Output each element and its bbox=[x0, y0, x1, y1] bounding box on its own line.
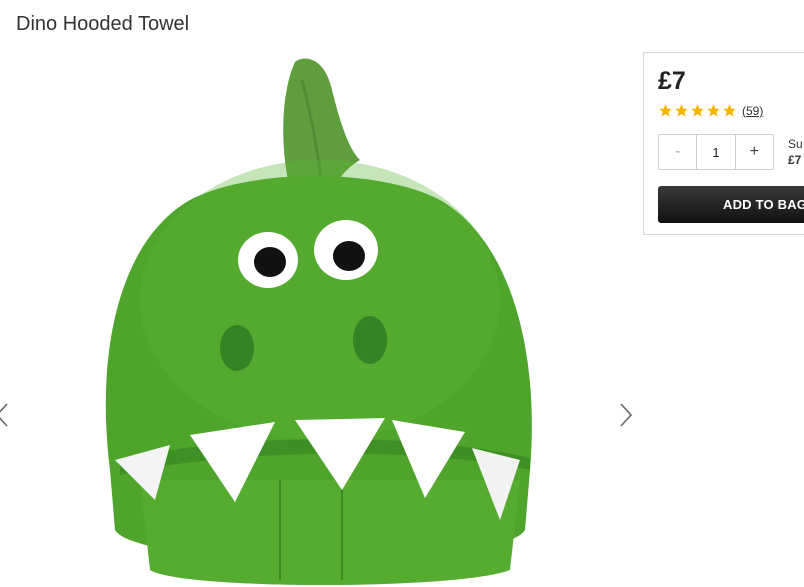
decrement-button[interactable]: - bbox=[659, 135, 697, 169]
star-icon bbox=[691, 104, 704, 117]
rating: (59) bbox=[658, 103, 763, 118]
price: £7 bbox=[658, 67, 686, 95]
star-icon bbox=[723, 104, 736, 117]
star-icon bbox=[707, 104, 720, 117]
subtotal-amount: £7 bbox=[788, 153, 802, 167]
product-title: Dino Hooded Towel bbox=[16, 13, 190, 35]
add-to-bag-button[interactable]: ADD TO BAG bbox=[658, 186, 804, 223]
review-count-link[interactable]: (59) bbox=[742, 104, 763, 118]
increment-button[interactable]: + bbox=[735, 135, 773, 169]
chevron-left-icon[interactable] bbox=[0, 400, 12, 430]
product-image bbox=[105, 58, 532, 585]
quantity-field[interactable]: 1 bbox=[696, 135, 736, 169]
star-icon bbox=[675, 104, 688, 117]
chevron-right-icon[interactable] bbox=[616, 400, 636, 430]
subtotal: Su £7 bbox=[788, 136, 803, 168]
star-icon bbox=[659, 104, 672, 117]
subtotal-label: Su bbox=[788, 137, 803, 151]
rating-stars bbox=[658, 103, 737, 118]
product-gallery bbox=[0, 50, 640, 587]
buy-box: £7 (59) - 1 + Su £7 ADD TO BAG bbox=[643, 52, 804, 235]
quantity-stepper: - 1 + bbox=[658, 134, 774, 170]
